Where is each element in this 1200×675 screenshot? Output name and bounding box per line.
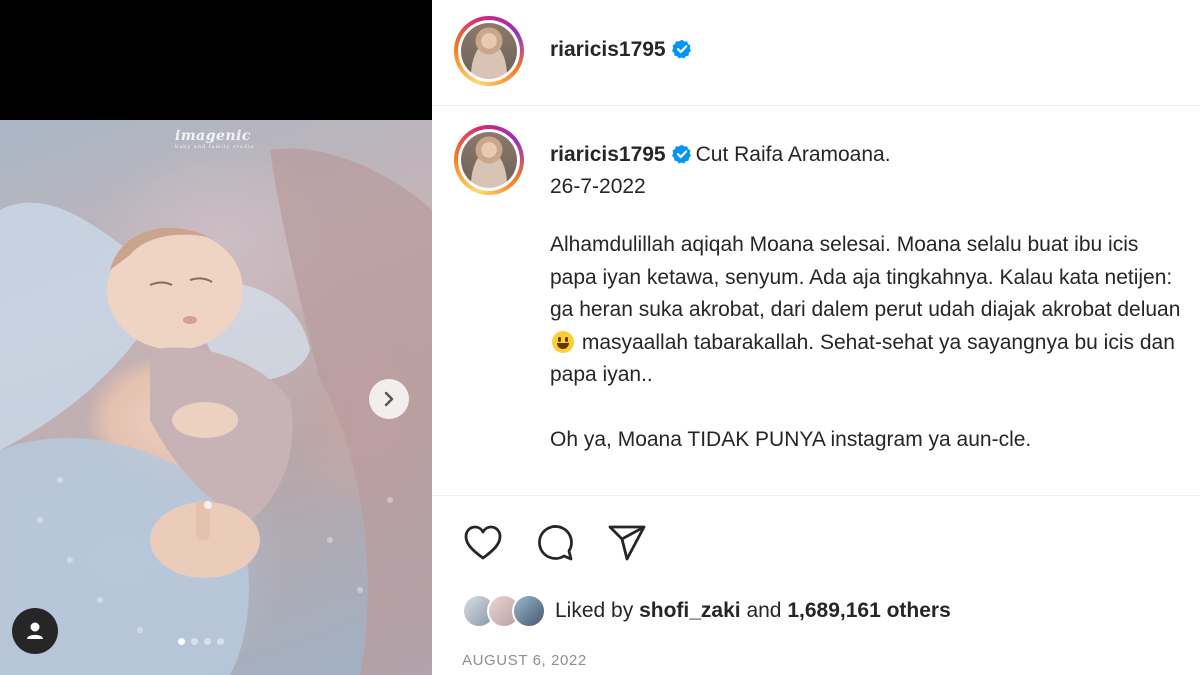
caption-header: riaricis1795 Cut Raifa Aramoana. 26-7-20… [550, 139, 1170, 203]
avatar-image [461, 132, 517, 188]
watermark-title: imagenic [175, 128, 251, 144]
liker-avatars [462, 594, 546, 628]
author-username-header[interactable]: riaricis1795 [550, 38, 692, 62]
caption-body: Alhamdulillah aqiqah Moana selesai. Moan… [550, 229, 1190, 456]
like-button[interactable] [462, 522, 504, 564]
chevron-right-icon [384, 391, 394, 407]
caption-author-avatar[interactable] [454, 125, 524, 195]
baby-photo-illustration [0, 148, 432, 675]
section-divider [432, 495, 1200, 496]
caption-date-line: 26-7-2022 [550, 175, 646, 198]
photo-watermark: imagenic baby and family studio [175, 128, 255, 150]
liker-avatar [512, 594, 546, 628]
carousel-dot [191, 638, 198, 645]
user-tag-icon [27, 622, 43, 639]
caption-paragraph: Alhamdulillah aqiqah Moana selesai. Moan… [550, 229, 1190, 392]
caption-paragraph: Oh ya, Moana TIDAK PUNYA instagram ya au… [550, 427, 1032, 451]
caption-first-line: Cut Raifa Aramoana. [695, 143, 891, 166]
carousel-dot [204, 638, 211, 645]
user-tags-button[interactable] [12, 608, 58, 654]
verified-badge-icon [671, 144, 691, 164]
post-details-panel: riaricis1795 riaricis1795 Cut Raifa Aram… [432, 0, 1200, 675]
username-text[interactable]: riaricis1795 [550, 143, 666, 166]
heart-icon [464, 525, 502, 560]
carousel-dot [217, 638, 224, 645]
likes-prefix: Liked by [555, 599, 640, 622]
paper-plane-icon [608, 525, 646, 561]
liker-username-link[interactable]: shofi_zaki [639, 599, 741, 622]
post-media: imagenic baby and family studio [0, 0, 432, 675]
caption-text: Alhamdulillah aqiqah Moana selesai. Moan… [550, 233, 1181, 321]
carousel-next-button[interactable] [369, 379, 409, 419]
post-header: riaricis1795 [432, 0, 1200, 106]
likes-summary[interactable]: Liked by shofi_zaki and 1,689,161 others [462, 594, 951, 628]
caption-username[interactable]: riaricis1795 [550, 143, 692, 166]
caption-text: masyaallah tabarakallah. Sehat-sehat ya … [550, 330, 1175, 387]
carousel-dot-active [178, 638, 185, 645]
post-actions [462, 522, 648, 564]
share-button[interactable] [606, 522, 648, 564]
likes-connector: and [740, 599, 788, 622]
watermark-subtitle: baby and family studio [175, 144, 255, 150]
username-text[interactable]: riaricis1795 [550, 38, 666, 61]
post-timestamp[interactable]: AUGUST 6, 2022 [462, 652, 587, 669]
likes-text: Liked by shofi_zaki and 1,689,161 others [555, 599, 951, 623]
avatar-image [461, 23, 517, 79]
author-avatar[interactable] [454, 16, 524, 86]
carousel-indicator [178, 638, 224, 645]
post-photo[interactable]: imagenic baby and family studio [0, 120, 432, 675]
comment-icon [538, 525, 573, 561]
likes-count-link[interactable]: 1,689,161 others [787, 599, 950, 622]
grinning-face-emoji-icon [552, 330, 574, 353]
verified-badge-icon [671, 39, 691, 59]
comment-button[interactable] [534, 522, 576, 564]
